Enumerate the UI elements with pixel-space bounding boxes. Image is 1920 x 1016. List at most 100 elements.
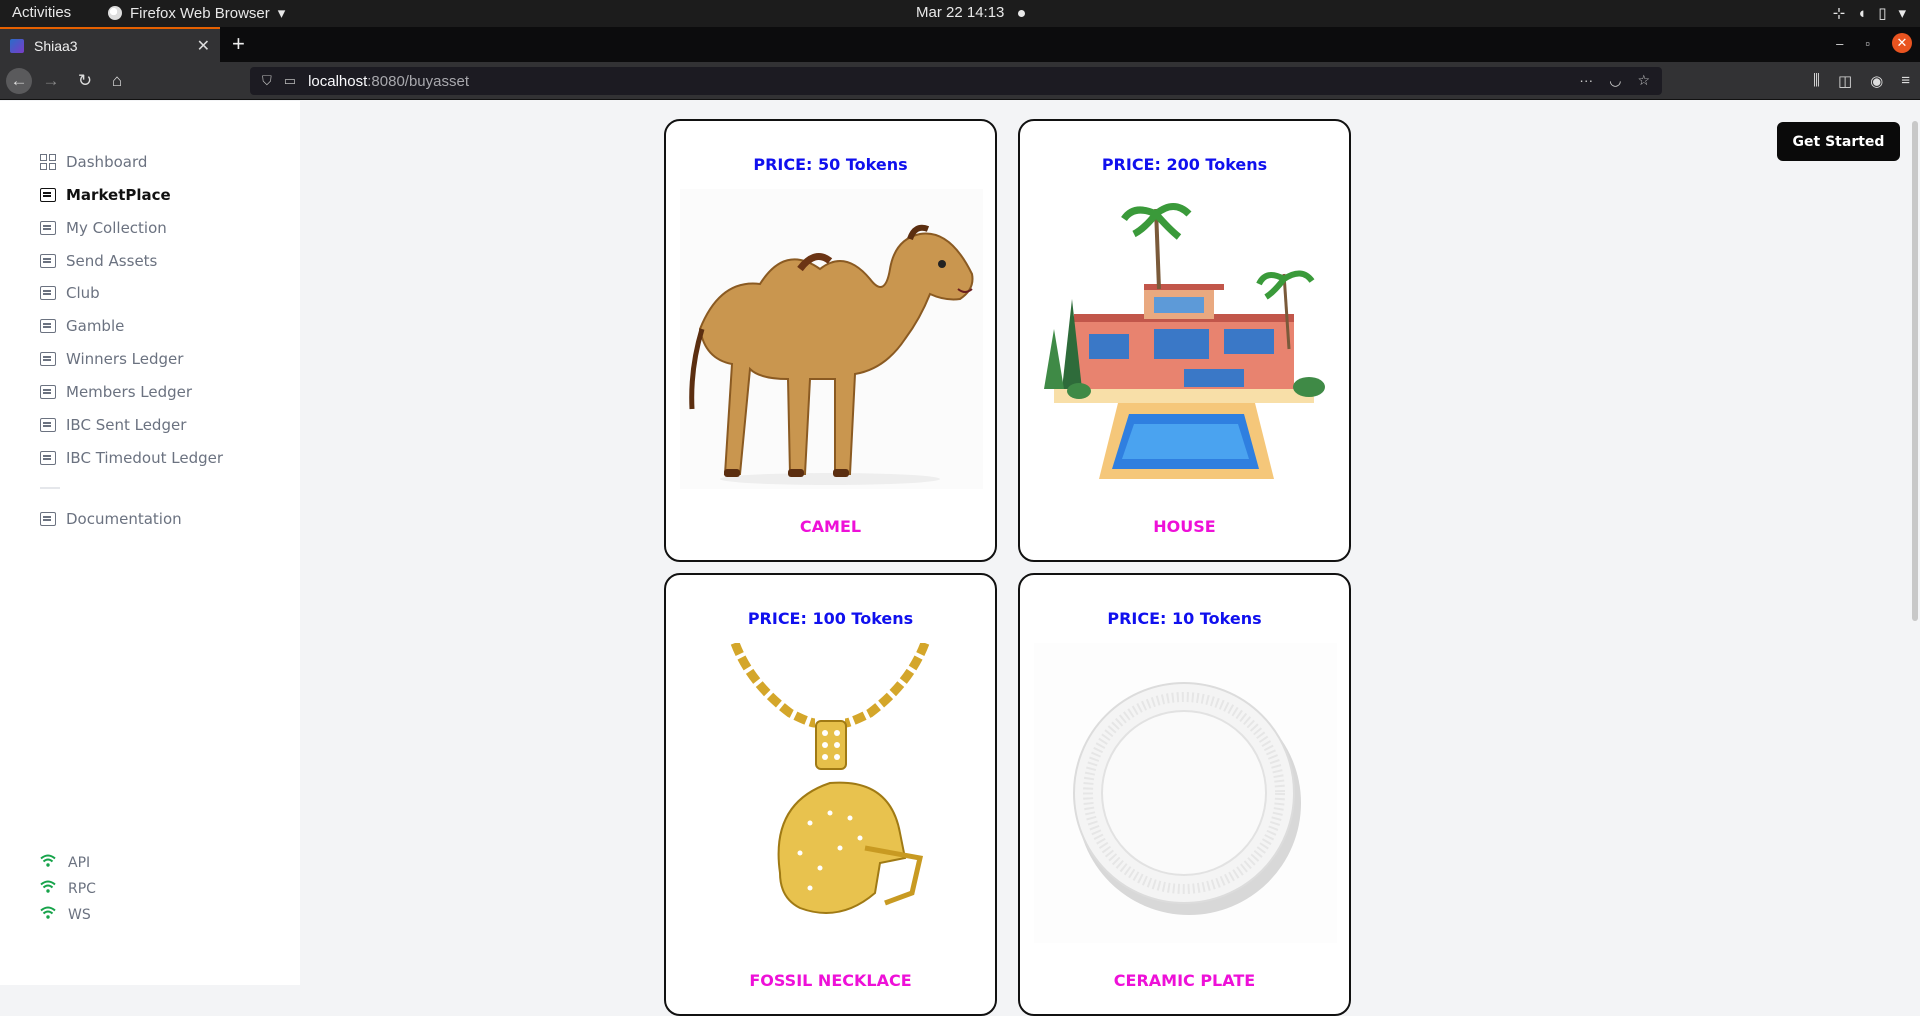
firefox-icon [108, 6, 122, 20]
list-icon [40, 286, 56, 300]
sidebar-item-label: Club [66, 284, 100, 302]
asset-price: PRICE: 200 Tokens [1101, 155, 1268, 174]
url-host: localhost [308, 72, 368, 90]
wifi-icon [40, 906, 56, 923]
house-image [1034, 189, 1337, 489]
clock[interactable]: Mar 22 14:13 [916, 4, 1026, 21]
window-controls: – ▫ ✕ [1836, 33, 1912, 53]
sidebar-item-label: Members Ledger [66, 383, 193, 401]
browser-tab[interactable]: Shiaa3 ✕ [0, 27, 220, 62]
minimize-icon[interactable]: – [1836, 36, 1843, 51]
network-icon: ⊹ [1832, 5, 1846, 22]
home-button[interactable]: ⌂ [104, 68, 130, 94]
reload-button[interactable]: ↻ [72, 68, 98, 94]
list-icon [40, 385, 56, 399]
page-content: Dashboard MarketPlace My Collection Send… [0, 101, 1920, 1016]
shield-icon[interactable]: ⛉ [262, 73, 272, 89]
system-tray[interactable]: ⊹ ◖ ▯ ▾ [1832, 4, 1906, 23]
app-menu[interactable]: Firefox Web Browser ▾ [108, 4, 285, 22]
pocket-icon[interactable]: ◡ [1609, 72, 1621, 89]
sidebar-item-label: MarketPlace [66, 186, 171, 204]
connection-label: WS [68, 906, 91, 923]
battery-icon: ▯ [1878, 5, 1887, 22]
sidebar-item-label: Dashboard [66, 153, 148, 171]
volume-icon: ◖ [1857, 4, 1867, 22]
wifi-icon [40, 880, 56, 897]
sidebar-item-my-collection[interactable]: My Collection [40, 219, 167, 237]
list-icon [40, 352, 56, 366]
chevron-down-icon: ▾ [1898, 5, 1906, 22]
grid-icon [40, 154, 56, 170]
scrollbar[interactable] [1912, 121, 1918, 621]
list-icon [40, 451, 56, 465]
connection-label: RPC [68, 880, 96, 897]
asset-card-camel[interactable]: PRICE: 50 Tokens CAMEL [664, 119, 997, 562]
get-started-button[interactable]: Get Started [1777, 122, 1900, 161]
list-icon [40, 188, 56, 202]
asset-price: PRICE: 50 Tokens [753, 155, 908, 174]
sidebar-item-label: Send Assets [66, 252, 158, 270]
necklace-image [680, 643, 983, 943]
activities-button[interactable]: Activities [12, 4, 71, 21]
sidebar-item-marketplace[interactable]: MarketPlace [40, 186, 171, 204]
tab-strip: Shiaa3 ✕ + – ▫ ✕ [0, 27, 1920, 62]
url-bar[interactable]: ⛉ ▭ localhost:8080/buyasset ··· ◡ ☆ [250, 67, 1662, 95]
sidebar-toggle-icon[interactable]: ◫ [1838, 72, 1852, 90]
plate-image [1034, 643, 1337, 943]
connection-status-api: API [40, 854, 90, 871]
wifi-icon [40, 854, 56, 871]
more-actions-icon[interactable]: ··· [1579, 72, 1593, 89]
camel-image [680, 189, 983, 489]
asset-name: CERAMIC PLATE [1113, 971, 1256, 990]
sidebar: Dashboard MarketPlace My Collection Send… [0, 101, 300, 985]
maximize-icon[interactable]: ▫ [1865, 36, 1870, 51]
sidebar-item-ibc-sent-ledger[interactable]: IBC Sent Ledger [40, 416, 186, 434]
list-icon [40, 319, 56, 333]
close-tab-icon[interactable]: ✕ [197, 36, 210, 56]
library-icon[interactable]: ⫼ [1813, 72, 1820, 90]
sidebar-item-label: Gamble [66, 317, 125, 335]
sidebar-divider [40, 487, 60, 489]
sidebar-item-label: Winners Ledger [66, 350, 184, 368]
asset-card-ceramic-plate[interactable]: PRICE: 10 Tokens CERAMIC PLATE [1018, 573, 1351, 1016]
sidebar-item-dashboard[interactable]: Dashboard [40, 153, 147, 171]
sidebar-item-label: My Collection [66, 219, 167, 237]
asset-card-house[interactable]: PRICE: 200 Tokens HOUSE [1018, 119, 1351, 562]
sidebar-item-members-ledger[interactable]: Members Ledger [40, 383, 192, 401]
list-icon [40, 221, 56, 235]
asset-name: FOSSIL NECKLACE [749, 971, 912, 990]
account-icon[interactable]: ◉ [1870, 72, 1883, 90]
close-window-icon[interactable]: ✕ [1892, 33, 1912, 53]
sidebar-item-send-assets[interactable]: Send Assets [40, 252, 157, 270]
sidebar-item-winners-ledger[interactable]: Winners Ledger [40, 350, 183, 368]
hamburger-menu-icon[interactable]: ≡ [1901, 72, 1910, 90]
page-icon[interactable]: ▭ [284, 73, 296, 89]
sidebar-item-gamble[interactable]: Gamble [40, 317, 124, 335]
asset-name: HOUSE [1153, 517, 1216, 536]
forward-button[interactable]: → [38, 68, 64, 94]
bookmark-star-icon[interactable]: ☆ [1637, 72, 1650, 89]
connection-status-rpc: RPC [40, 880, 96, 897]
new-tab-button[interactable]: + [232, 31, 245, 57]
app-menu-label: Firefox Web Browser [130, 4, 270, 22]
clock-text: Mar 22 14:13 [916, 4, 1005, 21]
list-icon [40, 254, 56, 268]
favicon-icon [10, 38, 24, 53]
sidebar-item-label: IBC Timedout Ledger [66, 449, 224, 467]
sidebar-item-documentation[interactable]: Documentation [40, 510, 182, 528]
list-icon [40, 512, 56, 526]
sidebar-item-label: Documentation [66, 510, 182, 528]
asset-price: PRICE: 10 Tokens [1107, 609, 1262, 628]
url-path: :8080/buyasset [367, 72, 470, 90]
sidebar-item-ibc-timedout-ledger[interactable]: IBC Timedout Ledger [40, 449, 223, 467]
sidebar-item-club[interactable]: Club [40, 284, 100, 302]
back-button[interactable]: ← [6, 68, 32, 94]
notification-dot-icon [1018, 9, 1026, 17]
chevron-down-icon: ▾ [277, 5, 286, 22]
asset-card-fossil-necklace[interactable]: PRICE: 100 Tokens FOSSIL NECKLACE [664, 573, 997, 1016]
navigation-toolbar: ← → ↻ ⌂ ⛉ ▭ localhost:8080/buyasset ··· … [0, 62, 1920, 100]
list-icon [40, 418, 56, 432]
connection-label: API [68, 854, 91, 871]
tab-title: Shiaa3 [34, 37, 78, 54]
system-top-bar: Activities Firefox Web Browser ▾ Mar 22 … [0, 0, 1920, 27]
